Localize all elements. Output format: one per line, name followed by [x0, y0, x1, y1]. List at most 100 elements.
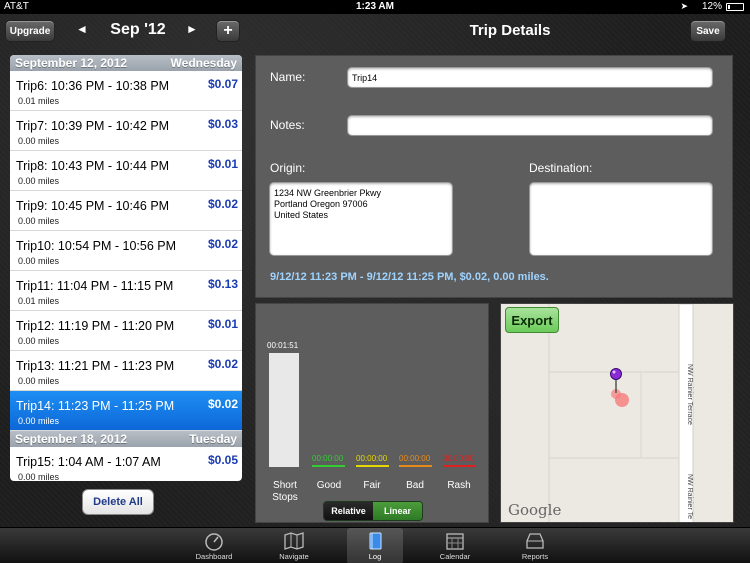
battery-percent: 12%: [701, 1, 722, 12]
trip-row[interactable]: Trip11: 11:04 PM - 11:15 PM 0.01 miles $0.…: [10, 271, 242, 311]
trip-row[interactable]: Trip10: 10:54 PM - 10:56 PM 0.00 miles $0.…: [10, 231, 242, 271]
tab-log[interactable]: Log: [347, 528, 403, 563]
tab-calendar[interactable]: Calendar: [427, 528, 483, 563]
short-stops-label-line: Stops: [272, 492, 298, 503]
trip-row[interactable]: Trip6: 10:36 PM - 10:38 PM 0.01 miles $0.0…: [10, 71, 242, 111]
trip-miles: 0.00 miles: [18, 472, 60, 481]
trip-row[interactable]: Trip9: 10:45 PM - 10:46 PM 0.00 miles $0.0…: [10, 191, 242, 231]
tab-dashboard[interactable]: Dashboard: [186, 528, 242, 563]
add-trip-button[interactable]: +: [216, 20, 240, 42]
trip-row[interactable]: Trip8: 10:43 PM - 10:44 PM 0.00 miles $0.0…: [10, 151, 242, 191]
notes-field[interactable]: [347, 115, 713, 136]
origin-line: 1234 NW Greenbrier Pkwy: [274, 188, 382, 198]
trip-miles: 0.00 miles: [18, 216, 60, 226]
trip-title: Trip11: 11:04 PM - 11:15 PM: [16, 279, 174, 293]
tab-label: Calendar: [439, 552, 471, 561]
section-header: September 18, 2012 Tuesday: [10, 431, 242, 447]
tab-navigate[interactable]: Navigate: [266, 528, 322, 563]
delete-all-button[interactable]: Delete All: [82, 489, 154, 515]
trip-title: Trip9: 10:45 PM - 10:46 PM: [16, 199, 170, 213]
location-icon: ➤: [680, 1, 688, 11]
trip-title: Trip7: 10:39 PM - 10:42 PM: [16, 119, 170, 133]
reports-icon: [526, 533, 544, 549]
trip-cost: $0.01: [207, 317, 238, 331]
trip-miles: 0.00 miles: [18, 176, 60, 186]
google-logo: Google: [508, 501, 562, 519]
calendar-icon: [446, 533, 464, 550]
trip-cost: $0.02: [207, 197, 238, 211]
section-header: September 12, 2012 Wednesday: [10, 55, 242, 71]
trip-map[interactable]: Export NW Rainier Terrace NW Rainier Te …: [500, 303, 734, 523]
trip-cost: $0.02: [207, 237, 238, 251]
save-button[interactable]: Save: [690, 20, 726, 42]
origin-line: Portland Oregon 97006: [274, 199, 368, 209]
trip-details-panel: Name: Trip14 Notes: Origin: 1234 NW Gree…: [255, 55, 733, 298]
trip-list[interactable]: September 12, 2012 Wednesday Trip6: 10:36 …: [10, 55, 242, 481]
status-time: 1:23 AM: [356, 1, 394, 12]
status-bar: AT&T 1:23 AM ➤ 12%: [0, 0, 750, 14]
bad-bar: [399, 465, 432, 467]
rash-bar: [443, 465, 476, 467]
trip-title: Trip8: 10:43 PM - 10:44 PM: [16, 159, 170, 173]
export-button[interactable]: Export: [505, 307, 559, 333]
fair-value: 00:00:00: [356, 454, 388, 463]
tab-label: Reports: [521, 552, 549, 561]
battery-icon: [726, 3, 744, 11]
trip-miles: 0.00 miles: [18, 256, 60, 266]
trip-cost: $0.01: [207, 157, 238, 171]
tab-reports[interactable]: Reports: [507, 528, 563, 563]
rash-value: 00:00:00: [443, 454, 475, 463]
gauge-icon: [205, 533, 223, 551]
trip-row[interactable]: Trip7: 10:39 PM - 10:42 PM 0.00 miles $0.0…: [10, 111, 242, 151]
trip-miles: 0.01 miles: [18, 296, 60, 306]
linear-scale-button[interactable]: Linear: [373, 502, 422, 520]
section-date: September 18, 2012: [15, 432, 128, 446]
trip-title: Trip15: 1:04 AM - 1:07 AM: [16, 455, 161, 469]
origin-line: United States: [274, 210, 329, 220]
bad-label: Bad: [406, 480, 424, 491]
relative-scale-button[interactable]: Relative: [324, 502, 373, 520]
trip-title: Trip13: 11:21 PM - 11:23 PM: [16, 359, 175, 373]
good-bar: [312, 465, 345, 467]
street-label: NW Rainier Terrace: [686, 364, 693, 425]
name-label: Name:: [270, 70, 306, 84]
trip-miles: 0.00 miles: [18, 336, 60, 346]
short-stops-label: Short Stops: [264, 480, 306, 504]
good-label: Good: [316, 480, 342, 491]
tab-bar: Dashboard Navigate Log Calendar Reports: [0, 527, 750, 563]
origin-field[interactable]: 1234 NW Greenbrier Pkwy Portland Oregon …: [269, 182, 453, 256]
tab-label: Dashboard: [195, 552, 233, 561]
short-stops-label-line: Short: [273, 480, 297, 491]
map-pin-icon[interactable]: [609, 367, 623, 393]
prev-month-arrow-icon[interactable]: ◄: [76, 22, 88, 36]
trip-summary: 9/12/12 11:23 PM - 9/12/12 11:25 PM, $0.…: [270, 271, 549, 283]
scale-segmented-control: Relative Linear: [323, 501, 423, 521]
trip-row[interactable]: Trip15: 1:04 AM - 1:07 AM 0.00 miles $0.05: [10, 447, 242, 481]
section-weekday: Wednesday: [170, 56, 237, 70]
notes-label: Notes:: [270, 118, 305, 132]
good-value: 00:00:00: [312, 454, 344, 463]
trip-row[interactable]: Trip12: 11:19 PM - 11:20 PM 0.00 miles $0.…: [10, 311, 242, 351]
destination-field[interactable]: [529, 182, 713, 256]
trip-cost: $0.13: [207, 277, 238, 291]
name-field[interactable]: Trip14: [347, 67, 713, 88]
top-toolbar: Upgrade ◄ Sep '12 ► + Trip Details Save: [0, 14, 750, 50]
short-stops-value: 00:01:51: [267, 341, 299, 350]
trip-row[interactable]: Trip13: 11:21 PM - 11:23 PM 0.00 miles $0.…: [10, 351, 242, 391]
map-canvas: [548, 304, 694, 522]
log-icon: [369, 532, 382, 550]
destination-label: Destination:: [529, 161, 593, 175]
fair-bar: [356, 465, 389, 467]
upgrade-button[interactable]: Upgrade: [5, 20, 55, 42]
trip-miles: 0.01 miles: [18, 96, 60, 106]
trip-cost: $0.07: [207, 77, 238, 91]
section-date: September 12, 2012: [15, 56, 128, 70]
next-month-arrow-icon[interactable]: ►: [186, 22, 198, 36]
origin-label: Origin:: [270, 161, 306, 175]
trip-row[interactable]: Trip14: 11:23 PM - 11:25 PM 0.00 miles $0.…: [10, 391, 242, 431]
trip-title: Trip14: 11:23 PM - 11:25 PM: [16, 399, 175, 413]
rash-label: Rash: [447, 480, 471, 491]
trip-miles: 0.00 miles: [18, 136, 60, 146]
short-stops-bar: [269, 353, 299, 467]
section-weekday: Tuesday: [189, 432, 237, 446]
